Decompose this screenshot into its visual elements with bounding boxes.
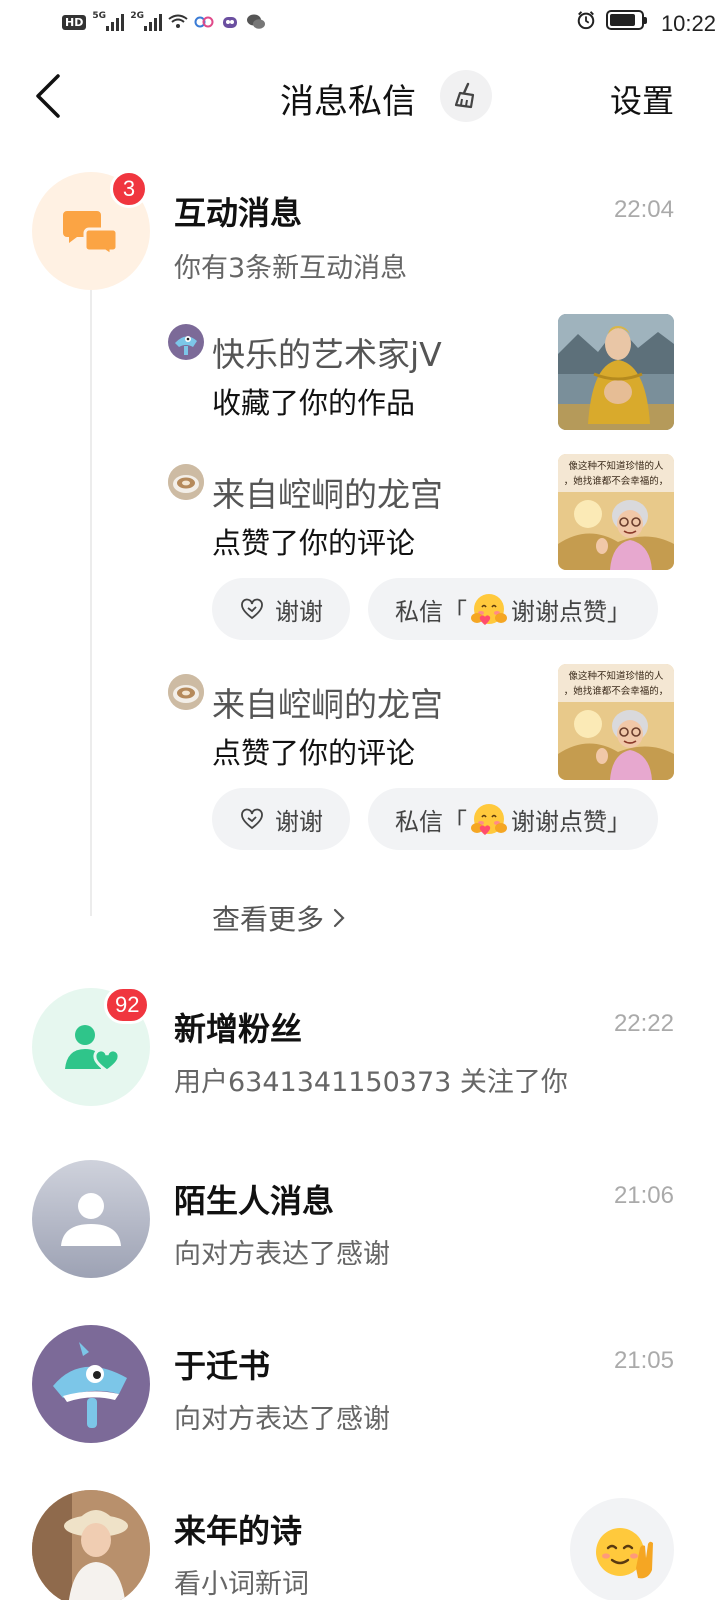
dm-thanks-button[interactable]: 私信「 谢谢点赞」 — [368, 578, 658, 640]
conversation-subtitle: 向对方表达了感谢 — [174, 1404, 390, 1435]
monster-avatar-icon — [53, 1342, 127, 1428]
work-thumbnail[interactable] — [558, 314, 674, 430]
meme-caption-line2: ，她找谁都不会幸福的， — [564, 685, 669, 697]
thread-line — [90, 290, 92, 916]
stranger-avatar — [32, 1160, 150, 1278]
monster-avatar-icon — [175, 336, 197, 355]
unread-badge: 92 — [104, 986, 151, 1024]
interaction-subtitle: 你有3条新互动消息 — [174, 253, 408, 284]
conversation-row[interactable]: 于迁书 向对方表达了感谢 21:05 — [0, 1325, 720, 1445]
coffee-avatar-icon — [168, 674, 204, 710]
new-fans-subtitle: 用户6341341150373 关注了你 — [174, 1067, 568, 1098]
broom-icon — [454, 82, 475, 109]
conversation-title: 于迁书 — [174, 1347, 271, 1385]
status-right: 10:22 — [576, 10, 716, 36]
signal-5g-icon: 5G — [92, 11, 125, 31]
comment-thumbnail[interactable]: 像这种不知道珍惜的人 ，她找谁都不会幸福的， — [558, 664, 674, 780]
conversation-title: 来年的诗 — [174, 1512, 303, 1550]
dm-text: 谢谢点赞」 — [511, 597, 631, 626]
user-heart-icon — [65, 1025, 119, 1073]
wifi-icon — [168, 12, 188, 32]
hd-indicator: HD — [62, 14, 87, 30]
wave-hello-button[interactable] — [570, 1498, 674, 1600]
artwork-image — [558, 314, 674, 430]
heart-hand-icon — [241, 808, 263, 830]
alarm-icon — [576, 10, 596, 30]
hug-emoji-icon — [471, 804, 507, 835]
thanks-button[interactable]: 谢谢 — [212, 578, 350, 640]
clear-unread-button[interactable] — [440, 70, 492, 122]
net-2g-label: 2G — [130, 11, 144, 21]
see-more-link[interactable]: 查看更多 — [212, 898, 346, 938]
user-name[interactable]: 来自崆峒的龙宫 — [212, 678, 443, 726]
person-icon — [61, 1193, 121, 1246]
dm-thanks-button[interactable]: 私信「 谢谢点赞」 — [368, 788, 658, 850]
clock: 10:22 — [660, 11, 716, 36]
settings-button[interactable]: 设置 — [610, 76, 674, 122]
action-text: 收藏了你的作品 — [212, 386, 416, 420]
wechat-icon — [246, 12, 266, 32]
conversation-subtitle: 看小词新词 — [174, 1569, 309, 1600]
see-more-label: 查看更多 — [212, 903, 325, 936]
grandma-meme-image: 像这种不知道珍惜的人 ，她找谁都不会幸福的， — [558, 454, 674, 570]
new-fans-title: 新增粉丝 — [174, 1010, 303, 1048]
thanks-label: 谢谢 — [275, 597, 323, 626]
interaction-messages-row[interactable]: 3 互动消息 你有3条新互动消息 22:04 — [0, 170, 720, 292]
user-avatar[interactable] — [168, 674, 204, 710]
photo-avatar-image — [32, 1490, 150, 1600]
stranger-messages-row[interactable]: 陌生人消息 向对方表达了感谢 21:06 — [0, 1160, 720, 1280]
dm-prefix: 私信「 — [395, 807, 467, 836]
back-button[interactable] — [30, 72, 70, 120]
top-bar: 消息私信 设置 — [0, 58, 720, 138]
user-avatar — [32, 1325, 150, 1443]
new-fans-time: 22:22 — [613, 1010, 674, 1037]
wave-emoji-icon — [596, 1528, 653, 1579]
chevron-right-icon — [333, 908, 345, 928]
comment-thumbnail[interactable]: 像这种不知道珍惜的人 ，她找谁都不会幸福的， — [558, 454, 674, 570]
user-avatar[interactable] — [168, 324, 204, 360]
meme-caption-line1: 像这种不知道珍惜的人 — [568, 460, 664, 472]
new-fans-row[interactable]: 92 新增粉丝 用户6341341150373 关注了你 22:22 — [0, 986, 720, 1108]
dm-prefix: 私信「 — [395, 597, 467, 626]
status-bar: HD 5G 2G 10:22 — [0, 0, 720, 48]
conversation-row[interactable]: 来年的诗 看小词新词 — [0, 1490, 720, 1600]
user-name[interactable]: 快乐的艺术家jV — [212, 328, 442, 376]
signal-2g-icon: 2G — [130, 11, 163, 31]
coffee-avatar-icon — [168, 464, 204, 500]
interaction-title: 互动消息 — [174, 194, 303, 232]
status-left: HD 5G 2G — [62, 11, 266, 32]
app-notification-icon — [194, 12, 214, 32]
interaction-time: 22:04 — [613, 196, 674, 223]
meme-caption-line2: ，她找谁都不会幸福的， — [564, 475, 669, 487]
chat-bubbles-icon — [63, 211, 119, 255]
heart-hand-icon — [241, 598, 263, 620]
action-text: 点赞了你的评论 — [212, 526, 416, 560]
page-title: 消息私信 — [280, 82, 416, 122]
user-avatar[interactable] — [168, 464, 204, 500]
monster-app-icon — [220, 12, 240, 32]
grandma-meme-image: 像这种不知道珍惜的人 ，她找谁都不会幸福的， — [558, 664, 674, 780]
action-text: 点赞了你的评论 — [212, 736, 416, 770]
stranger-subtitle: 向对方表达了感谢 — [174, 1239, 390, 1270]
stranger-time: 21:06 — [613, 1182, 674, 1209]
battery-icon — [606, 10, 647, 30]
net-5g-label: 5G — [92, 11, 106, 21]
user-name[interactable]: 来自崆峒的龙宫 — [212, 468, 443, 516]
thanks-label: 谢谢 — [275, 807, 323, 836]
chevron-left-icon — [36, 74, 60, 118]
unread-badge: 3 — [110, 170, 148, 208]
thanks-button[interactable]: 谢谢 — [212, 788, 350, 850]
hug-emoji-icon — [471, 594, 507, 625]
user-avatar — [32, 1490, 150, 1600]
stranger-title: 陌生人消息 — [174, 1182, 335, 1220]
meme-caption-line1: 像这种不知道珍惜的人 — [568, 670, 664, 682]
dm-text: 谢谢点赞」 — [511, 807, 631, 836]
conversation-time: 21:05 — [613, 1347, 674, 1374]
